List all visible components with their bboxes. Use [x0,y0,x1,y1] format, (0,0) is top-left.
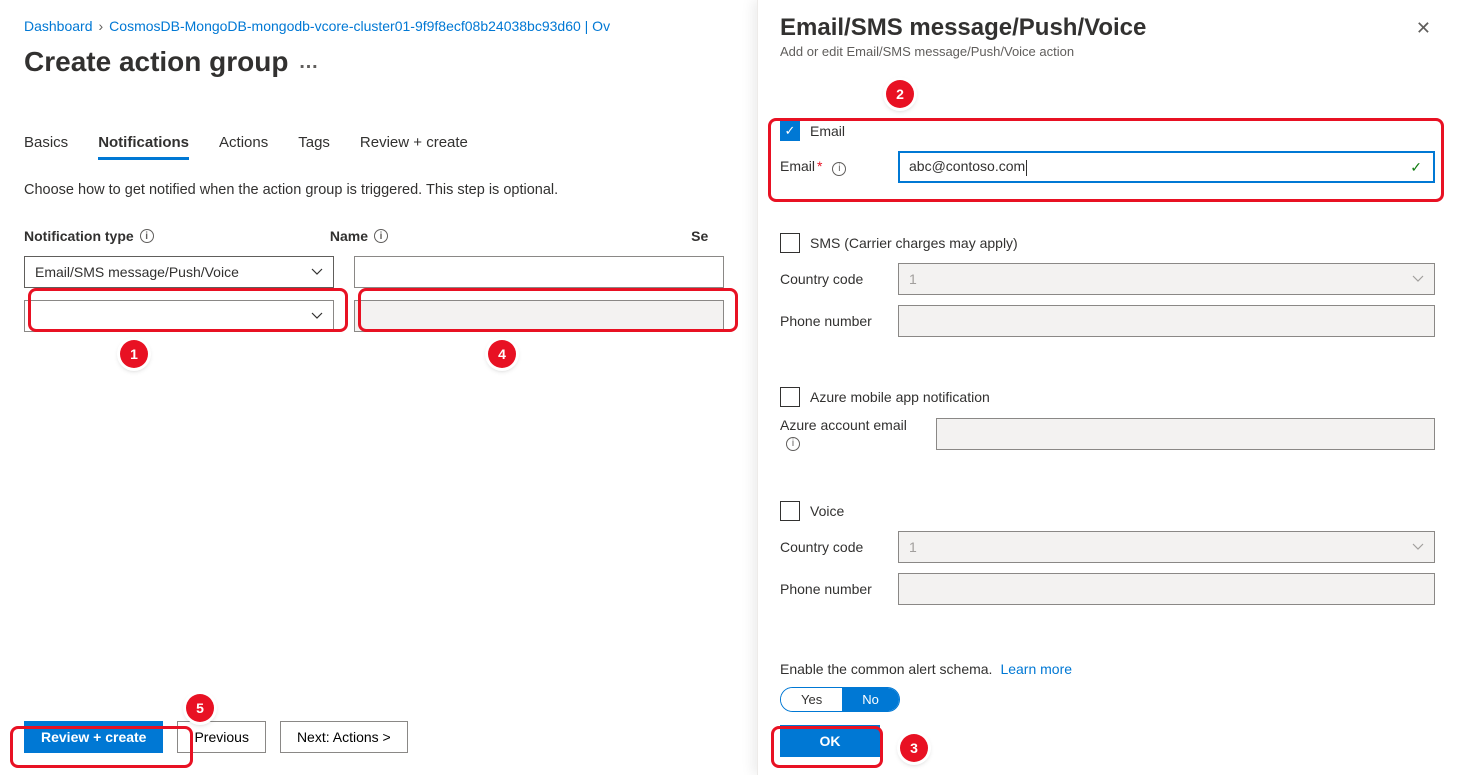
chevron-down-icon [1412,541,1424,553]
tabs: Basics Notifications Actions Tags Review… [24,128,728,160]
column-notification-type: Notification type i [24,228,310,244]
notification-type-label: Notification type [24,228,134,244]
alert-schema-row: Enable the common alert schema. Learn mo… [780,661,1435,677]
chevron-down-icon [311,266,323,278]
info-icon[interactable]: i [832,162,846,176]
sms-phone-input [898,305,1435,337]
se-label: Se [691,228,708,244]
breadcrumb-separator: › [99,18,104,34]
schema-toggle-yes[interactable]: Yes [781,688,842,711]
sms-country-value: 1 [909,271,917,287]
step-badge-4: 4 [488,340,516,368]
email-input[interactable]: abc@contoso.com ✓ [898,151,1435,183]
info-icon[interactable]: i [786,437,800,451]
voice-checkbox[interactable] [780,501,800,521]
sms-checkbox[interactable] [780,233,800,253]
column-name: Name i [330,228,671,244]
review-create-button[interactable]: Review + create [24,721,163,753]
column-selected: Se [691,228,728,244]
info-icon[interactable]: i [374,229,388,243]
notification-name-input-disabled [354,300,724,332]
voice-country-value: 1 [909,539,917,555]
notification-type-value: Email/SMS message/Push/Voice [35,264,239,280]
email-checkbox-label: Email [810,123,845,139]
voice-country-label: Country code [780,539,892,555]
azure-email-label: Azure account email i [780,417,930,451]
sms-country-label: Country code [780,271,892,287]
name-label: Name [330,228,368,244]
sms-checkbox-label: SMS (Carrier charges may apply) [810,235,1018,251]
close-icon[interactable]: ✕ [1412,14,1435,43]
panel-email-sms-push-voice: Email/SMS message/Push/Voice Add or edit… [757,0,1457,775]
schema-toggle[interactable]: Yes No [780,687,900,712]
check-icon: ✓ [1410,159,1422,176]
email-input-value: abc@contoso.com [909,158,1025,174]
sms-country-select: 1 [898,263,1435,295]
page-title-text: Create action group [24,46,288,78]
alert-schema-text: Enable the common alert schema. [780,661,992,677]
tab-actions[interactable]: Actions [219,128,268,160]
footer-buttons: Review + create Previous Next: Actions > [24,721,408,753]
panel-subtitle: Add or edit Email/SMS message/Push/Voice… [780,44,1146,59]
tab-basics[interactable]: Basics [24,128,68,160]
voice-checkbox-label: Voice [810,503,844,519]
azure-app-checkbox-label: Azure mobile app notification [810,389,990,405]
notification-row-1: Email/SMS message/Push/Voice [24,256,728,288]
step-badge-3: 3 [900,734,928,762]
previous-button[interactable]: Previous [177,721,265,753]
step-badge-1: 1 [120,340,148,368]
tab-tags[interactable]: Tags [298,128,330,160]
step-badge-5: 5 [186,694,214,722]
chevron-down-icon [1412,273,1424,285]
azure-app-checkbox[interactable] [780,387,800,407]
voice-phone-label: Phone number [780,581,892,597]
notification-type-select[interactable]: Email/SMS message/Push/Voice [24,256,334,288]
tab-notifications[interactable]: Notifications [98,128,189,160]
next-actions-button[interactable]: Next: Actions > [280,721,408,753]
chevron-down-icon [311,310,323,322]
more-icon[interactable]: … [298,51,319,74]
panel-title: Email/SMS message/Push/Voice [780,14,1146,42]
notification-row-2 [24,300,728,332]
tab-review[interactable]: Review + create [360,128,468,160]
voice-country-select: 1 [898,531,1435,563]
ok-button[interactable]: OK [780,725,880,757]
notification-type-select-empty[interactable] [24,300,334,332]
breadcrumb: Dashboard › CosmosDB-MongoDB-mongodb-vco… [24,18,728,34]
email-field-label: Email* i [780,158,892,176]
learn-more-link[interactable]: Learn more [1000,661,1072,677]
voice-phone-input [898,573,1435,605]
breadcrumb-dashboard[interactable]: Dashboard [24,18,93,34]
schema-toggle-no[interactable]: No [842,688,899,711]
step-badge-2: 2 [886,80,914,108]
sms-phone-label: Phone number [780,313,892,329]
page-title: Create action group … [24,46,728,78]
info-icon[interactable]: i [140,229,154,243]
notification-name-input[interactable] [354,256,724,288]
breadcrumb-resource[interactable]: CosmosDB-MongoDB-mongodb-vcore-cluster01… [109,18,610,34]
azure-email-input [936,418,1435,450]
email-checkbox[interactable] [780,121,800,141]
tab-description: Choose how to get notified when the acti… [24,182,728,198]
